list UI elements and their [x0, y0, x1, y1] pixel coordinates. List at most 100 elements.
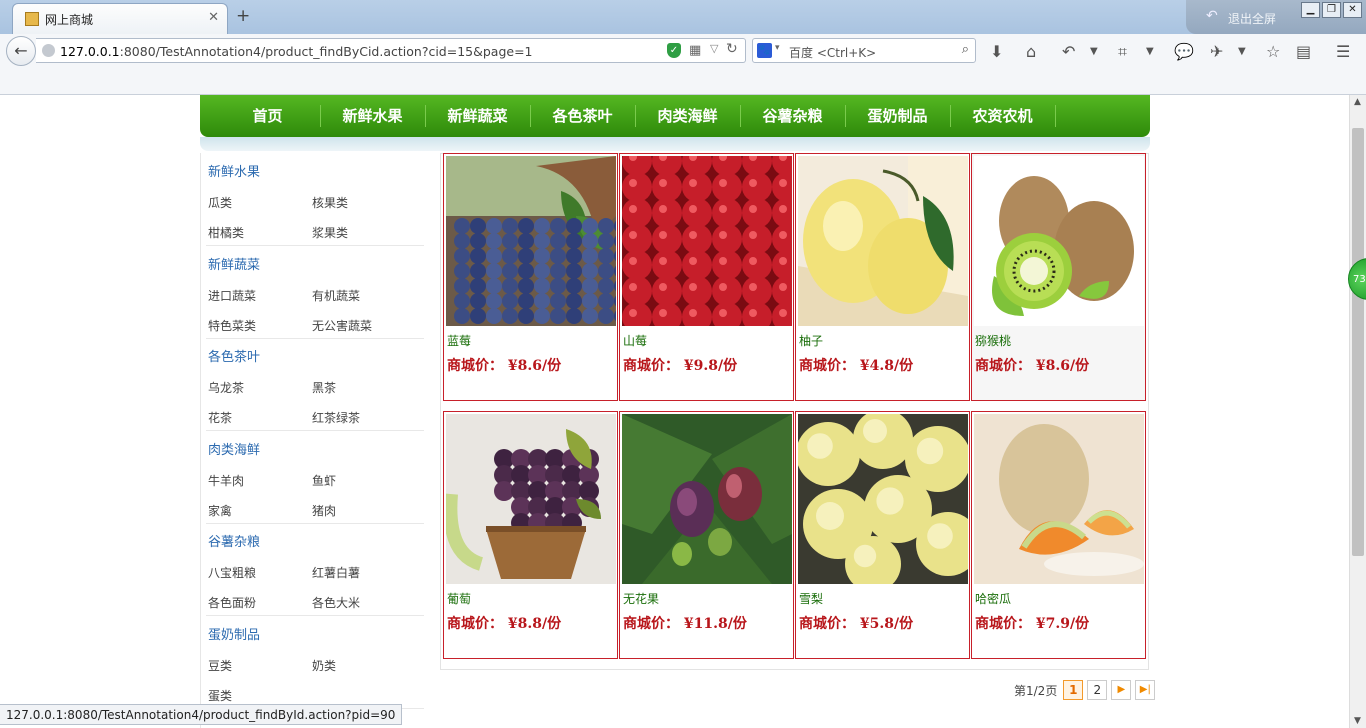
- sidebar-subcategory[interactable]: 各色面粉: [208, 594, 256, 611]
- product-name[interactable]: 蓝莓: [447, 332, 471, 349]
- sidebar-subcategory[interactable]: 红茶绿茶: [312, 409, 360, 426]
- reload-icon[interactable]: ↻: [726, 41, 738, 57]
- product-card[interactable]: 山莓 商城价： ¥9.8/份: [619, 153, 794, 401]
- sidebar-category-title[interactable]: 谷薯杂粮: [208, 531, 260, 550]
- product-card[interactable]: 雪梨 商城价： ¥5.8/份: [795, 411, 970, 659]
- sidebar-subcategory[interactable]: 无公害蔬菜: [312, 317, 372, 334]
- sidebar-category-title[interactable]: 新鲜水果: [208, 161, 260, 180]
- menu-icon[interactable]: ☰: [1336, 42, 1350, 61]
- sidebar-category-title[interactable]: 各色茶叶: [208, 346, 260, 365]
- product-image-grapes[interactable]: [446, 414, 616, 584]
- product-price: 商城价： ¥4.8/份: [799, 358, 914, 374]
- adblock-icon[interactable]: ✈: [1210, 42, 1223, 61]
- product-card[interactable]: 无花果 商城价： ¥11.8/份: [619, 411, 794, 659]
- sidebar-subcategory[interactable]: 奶类: [312, 657, 336, 674]
- product-name[interactable]: 雪梨: [799, 590, 823, 607]
- sidebar-subcategory[interactable]: 核果类: [312, 194, 348, 211]
- download-icon[interactable]: ⬇: [990, 42, 1003, 61]
- sidebar-subcategory[interactable]: 特色菜类: [208, 317, 256, 334]
- qr-code-icon[interactable]: ▦: [689, 43, 701, 58]
- undo-dropdown-icon[interactable]: ▼: [1090, 46, 1098, 57]
- search-icon[interactable]: ⌕: [962, 42, 969, 57]
- product-name[interactable]: 柚子: [799, 332, 823, 349]
- product-image-pomelo[interactable]: [798, 156, 968, 326]
- sidebar-subcategory[interactable]: 牛羊肉: [208, 472, 244, 489]
- sidebar-divider: [206, 615, 424, 617]
- back-button[interactable]: ←: [6, 36, 36, 66]
- new-tab-button[interactable]: +: [236, 6, 250, 26]
- product-name[interactable]: 山莓: [623, 332, 647, 349]
- reading-list-icon[interactable]: ▤: [1296, 42, 1311, 61]
- product-name[interactable]: 哈密瓜: [975, 590, 1011, 607]
- sidebar-subcategory[interactable]: 柑橘类: [208, 224, 244, 241]
- history-dropdown-icon[interactable]: ▽: [710, 42, 718, 55]
- menu-item-6[interactable]: 蛋奶制品: [845, 95, 950, 137]
- product-image-raspberries[interactable]: [622, 156, 792, 326]
- address-url[interactable]: 127.0.0.1:8080/TestAnnotation4/product_f…: [60, 44, 533, 59]
- sidebar-subcategory[interactable]: 有机蔬菜: [312, 287, 360, 304]
- bookmark-star-icon[interactable]: ☆: [1266, 42, 1280, 61]
- close-window-icon[interactable]: ✕: [1343, 2, 1362, 18]
- shield-icon[interactable]: ✓: [667, 43, 681, 58]
- menu-item-2[interactable]: 新鲜蔬菜: [425, 95, 530, 137]
- product-image-hami-melon[interactable]: [974, 414, 1144, 584]
- page-1-link[interactable]: 1: [1063, 680, 1084, 700]
- address-bar[interactable]: 127.0.0.1:8080/TestAnnotation4/product_f…: [36, 38, 746, 63]
- product-card[interactable]: 柚子商城价： ¥4.8/份: [795, 153, 970, 401]
- sidebar-subcategory[interactable]: 猪肉: [312, 502, 336, 519]
- sidebar-subcategory[interactable]: 鱼虾: [312, 472, 336, 489]
- tab-close-icon[interactable]: ✕: [208, 10, 219, 25]
- adblock-dropdown-icon[interactable]: ▼: [1238, 46, 1246, 57]
- page-2-link[interactable]: 2: [1087, 680, 1108, 700]
- browser-tab[interactable]: 网上商城 ✕: [12, 3, 228, 34]
- sidebar-category-title[interactable]: 肉类海鲜: [208, 439, 260, 458]
- product-image-kiwi[interactable]: [974, 156, 1144, 326]
- product-card[interactable]: 猕猴桃 商城价： ¥8.6/份: [971, 153, 1146, 401]
- restore-icon[interactable]: ❐: [1322, 2, 1341, 18]
- crop-icon[interactable]: ⌗: [1118, 42, 1127, 62]
- sidebar-subcategory[interactable]: 乌龙茶: [208, 379, 244, 396]
- last-page-icon[interactable]: ▶|: [1135, 680, 1156, 700]
- menu-item-4[interactable]: 肉类海鲜: [635, 95, 740, 137]
- page-scrollbar[interactable]: ▲ ▼: [1349, 95, 1366, 728]
- scroll-thumb[interactable]: [1352, 128, 1364, 556]
- sidebar-subcategory[interactable]: 瓜类: [208, 194, 232, 211]
- menu-item-7[interactable]: 农资农机: [950, 95, 1055, 137]
- sidebar-subcategory[interactable]: 豆类: [208, 657, 232, 674]
- sidebar-subcategory[interactable]: 浆果类: [312, 224, 348, 241]
- baidu-engine-icon[interactable]: 🐾: [757, 43, 772, 58]
- sidebar-subcategory[interactable]: 蛋类: [208, 687, 232, 704]
- sidebar-subcategory[interactable]: 各色大米: [312, 594, 360, 611]
- product-image-figs[interactable]: [622, 414, 792, 584]
- undo-close-icon[interactable]: ↶: [1062, 42, 1075, 61]
- minimize-icon[interactable]: ▁: [1301, 2, 1320, 18]
- sidebar-subcategory[interactable]: 八宝粗粮: [208, 564, 256, 581]
- chat-icon[interactable]: 💬: [1174, 42, 1194, 61]
- menu-item-5[interactable]: 谷薯杂粮: [740, 95, 845, 137]
- product-card[interactable]: 葡萄 商城价： ¥8.8/份: [443, 411, 618, 659]
- sidebar-subcategory[interactable]: 花茶: [208, 409, 232, 426]
- engine-dropdown-icon[interactable]: ▾: [775, 43, 780, 53]
- sidebar-subcategory[interactable]: 黑茶: [312, 379, 336, 396]
- menu-item-0[interactable]: 首页: [215, 95, 320, 137]
- scroll-up-icon[interactable]: ▲: [1354, 97, 1361, 107]
- product-card[interactable]: 哈密瓜 商城价： ¥7.9/份: [971, 411, 1146, 659]
- product-name[interactable]: 猕猴桃: [975, 332, 1011, 349]
- sidebar-category-title[interactable]: 新鲜蔬菜: [208, 254, 260, 273]
- sidebar-subcategory[interactable]: 红薯白薯: [312, 564, 360, 581]
- crop-dropdown-icon[interactable]: ▼: [1146, 46, 1154, 57]
- product-image-pears[interactable]: [798, 414, 968, 584]
- product-image-blueberries[interactable]: [446, 156, 616, 326]
- scroll-down-icon[interactable]: ▼: [1354, 716, 1361, 726]
- search-bar[interactable]: 🐾 ▾ 百度 <Ctrl+K> ⌕: [752, 38, 976, 63]
- home-icon[interactable]: ⌂: [1026, 42, 1036, 61]
- product-name[interactable]: 无花果: [623, 590, 659, 607]
- product-card[interactable]: 蓝莓 商城价： ¥8.6/份: [443, 153, 618, 401]
- sidebar-category-title[interactable]: 蛋奶制品: [208, 624, 260, 643]
- next-page-icon[interactable]: ▶: [1111, 680, 1132, 700]
- sidebar-subcategory[interactable]: 家禽: [208, 502, 232, 519]
- sidebar-subcategory[interactable]: 进口蔬菜: [208, 287, 256, 304]
- menu-item-3[interactable]: 各色茶叶: [530, 95, 635, 137]
- product-name[interactable]: 葡萄: [447, 590, 471, 607]
- menu-item-1[interactable]: 新鲜水果: [320, 95, 425, 137]
